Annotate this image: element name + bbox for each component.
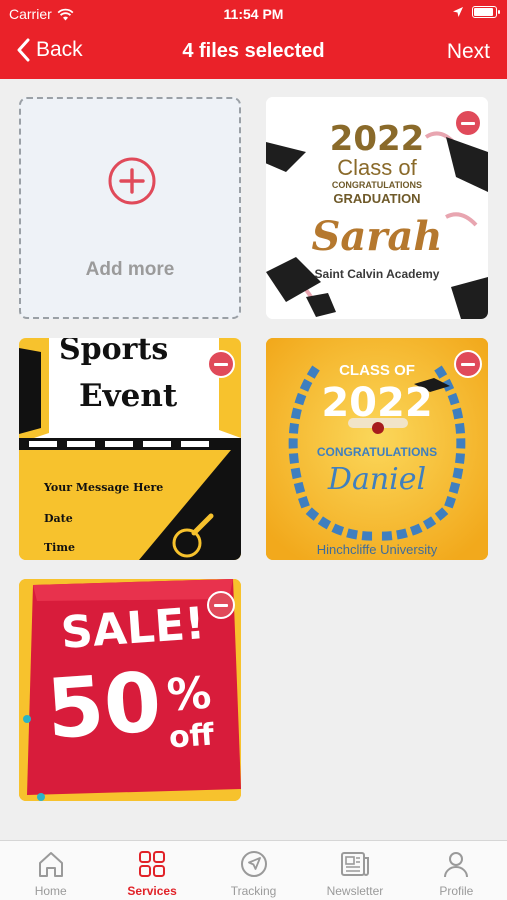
card-off-text: off [167,717,216,756]
home-icon [38,852,63,877]
card-congrats-text: CONGRATULATIONS [331,180,423,190]
tab-label: Tracking [230,884,277,898]
card-year-text: 2022 [321,380,433,426]
card-org-text: Hinchcliffe University [316,542,438,557]
tab-services[interactable]: Services [101,841,202,900]
card-sports-text: Sports [59,338,169,367]
tab-tracking[interactable]: Tracking [203,841,304,900]
card-graduation-text: GRADUATION [333,191,421,206]
minus-icon [461,362,475,366]
card-time-text: Time [44,541,76,554]
add-more-tile[interactable]: Add more [19,97,241,319]
remove-file-button[interactable] [454,109,482,137]
add-more-label: Add more [85,259,175,280]
file-thumbnail-graduation-sarah[interactable]: 2022 Class of CONGRATULATIONS GRADUATION… [266,97,488,319]
sports-card-art [19,338,241,560]
card-percent-sign: % [165,667,213,722]
card-name-text: Sarah [311,213,443,260]
next-button[interactable]: Next [447,40,490,64]
tab-label: Profile [439,884,474,898]
page-title: 4 files selected [182,40,325,62]
tab-profile[interactable]: Profile [406,841,507,900]
remove-file-button[interactable] [454,350,482,378]
file-thumbnail-sale[interactable]: SALE! 50 % off [19,579,241,801]
file-thumbnail-graduation-daniel[interactable]: CLASS OF 2022 CONGRATULATIONS Daniel Hin… [266,338,488,560]
card-name-text: Daniel [327,462,427,497]
newspaper-icon [340,852,369,876]
nav-bar: Back 4 files selected Next [0,30,507,76]
add-circle-icon [108,157,156,205]
remove-file-button[interactable] [207,350,235,378]
tab-bar: Home Services Tracking Newsletter Profil… [0,840,507,900]
minus-icon [461,121,475,125]
battery-icon [472,6,500,18]
card-congrats-text: CONGRATULATIONS [316,445,438,459]
location-arrow-icon [453,7,463,17]
tab-home[interactable]: Home [0,841,101,900]
user-icon [444,852,469,878]
card-sale-text: SALE! [59,598,207,659]
card-percent-value: 50 [43,655,165,758]
tab-label: Newsletter [326,884,384,898]
remove-file-button[interactable] [207,591,235,619]
card-message-text: Your Message Here [44,481,164,494]
navigation-icon [240,851,267,877]
card-org-text: Saint Calvin Academy [314,267,440,281]
status-bar: Carrier 11:54 PM [0,0,507,28]
card-date-text: Date [44,512,73,525]
minus-icon [214,362,228,366]
status-right [452,6,500,18]
minus-icon [214,603,228,607]
tab-label: Home [34,884,67,898]
card-event-text: Event [79,378,178,414]
card-class-of-text: Class of [337,155,417,180]
tab-newsletter[interactable]: Newsletter [304,841,405,900]
status-time: 11:54 PM [223,6,284,22]
app-header: Carrier 11:54 PM Back 4 files selected N… [0,0,507,79]
grid-icon [139,851,166,877]
tab-label: Services [127,884,177,898]
file-thumbnail-sports-event[interactable]: Sports Event Your Message Here Date Time [19,338,241,560]
